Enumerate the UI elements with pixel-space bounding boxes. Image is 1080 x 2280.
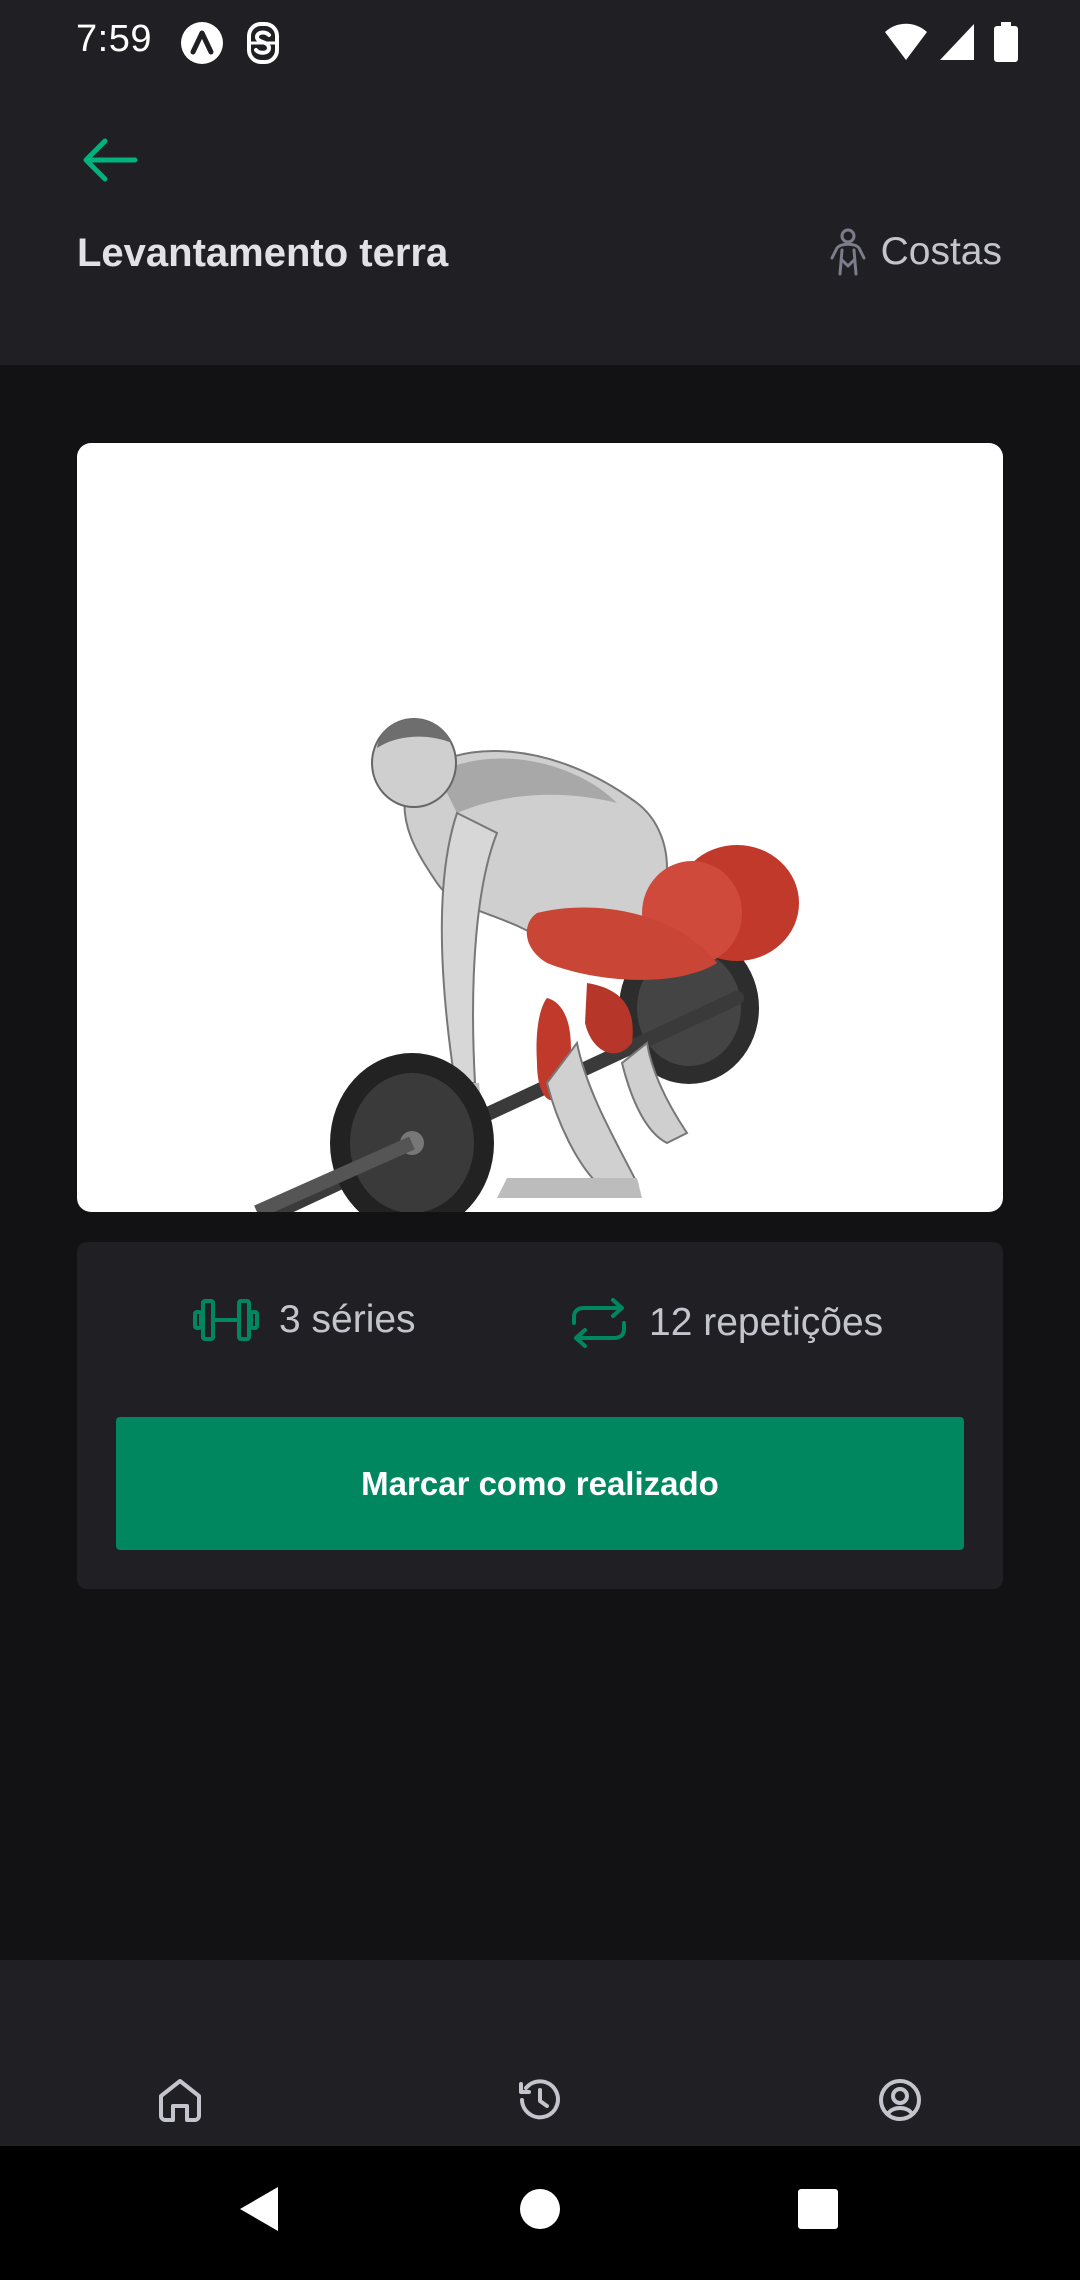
system-navigation-bar: [0, 2146, 1080, 2280]
bottom-tab-bar: [0, 1960, 1080, 2146]
back-button[interactable]: [68, 118, 152, 202]
app-s-icon: [243, 21, 283, 70]
header: Levantamento terra Costas: [0, 88, 1080, 365]
exercise-image: [77, 443, 1003, 1212]
nav-recents-icon[interactable]: [796, 2184, 840, 2234]
mark-done-button[interactable]: Marcar como realizado: [116, 1417, 964, 1550]
wifi-icon: [885, 23, 927, 60]
tab-home[interactable]: [145, 2065, 215, 2135]
tab-profile[interactable]: [865, 2065, 935, 2135]
repeat-icon: [572, 1298, 626, 1348]
muscle-group-label: Costas: [880, 230, 1002, 273]
reps-stat: 12 repetições: [569, 1297, 883, 1349]
arrow-left-icon: [83, 138, 138, 182]
cell-signal-icon: [940, 24, 974, 60]
nav-home-icon[interactable]: [518, 2184, 562, 2234]
exercise-title: Levantamento terra: [77, 231, 449, 275]
exercise-info-card: 3 séries 12 repetições Marcar como reali…: [77, 1242, 1003, 1589]
dumbbell-icon: [193, 1299, 259, 1341]
series-label: 3 séries: [279, 1298, 416, 1341]
battery-icon: [994, 22, 1018, 62]
status-time: 7:59: [76, 18, 152, 60]
app-a-icon: [180, 21, 224, 70]
tab-history[interactable]: [505, 2065, 575, 2135]
history-icon: [519, 2079, 560, 2120]
status-bar: 7:59: [0, 0, 1080, 88]
body-icon: [830, 228, 866, 276]
reps-label: 12 repetições: [649, 1301, 884, 1344]
series-stat: 3 séries: [193, 1297, 416, 1343]
deadlift-illustration: [254, 718, 799, 1212]
muscle-group: Costas: [829, 228, 1002, 276]
profile-icon: [879, 2079, 921, 2121]
home-icon: [159, 2079, 201, 2122]
nav-back-icon[interactable]: [236, 2184, 282, 2234]
